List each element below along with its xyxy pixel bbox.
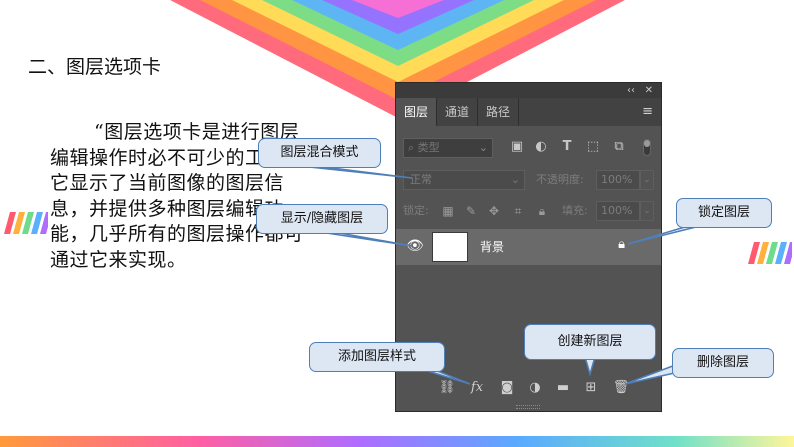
collapse-panel-icon[interactable]: ‹‹ [627,83,635,98]
left-stripe-decoration [4,212,48,234]
new-adjustment-layer-icon[interactable]: ◑ [526,379,544,397]
shape-filter-icon[interactable]: ⬚ [584,138,602,156]
eye-visibility-icon[interactable]: 👁︎ [406,238,424,254]
opacity-dropdown-icon[interactable]: ⌄ [640,170,654,190]
smart-object-filter-icon[interactable]: ⧉ [610,138,628,156]
right-stripe-decoration [748,242,792,264]
layer-lock-icon: 🔒︎ [618,237,625,252]
panel-title-bar: ‹‹ ✕ [396,83,661,98]
type-filter-icon[interactable]: T [558,138,576,156]
callout-add-style: 添加图层样式 [309,342,445,372]
tab-paths[interactable]: 路径 [478,98,520,126]
layer-row-background[interactable]: 👁︎ 背景 🔒︎ [396,229,661,265]
opacity-field[interactable]: 100% [596,170,640,190]
panel-resize-grip[interactable] [516,405,540,409]
panel-menu-icon[interactable]: ≡ [642,104,653,119]
callout-delete-layer: 删除图层 [672,348,774,378]
fill-field[interactable]: 100% [596,201,640,221]
search-icon: ⌕ [408,141,418,154]
new-layer-icon[interactable]: ⊞ [582,379,600,397]
fill-label: 填充: [562,204,588,217]
section-title: 二、图层选项卡 [28,56,162,78]
opacity-label: 不透明度: [536,173,584,186]
lock-row: 锁定: ▦ ✎ ✥ ⌗ 🔒︎ 填充: 100% ⌄ [396,197,661,225]
tab-layers[interactable]: 图层 [396,98,438,126]
callout-lock: 锁定图层 [676,198,772,228]
panel-bottom-toolbar: ⛓ fx ◙ ◑ ▬ ⊞ 🗑︎ [396,377,661,399]
filter-row: ⌕ 类型 ⌄ ▣ ◐ T ⬚ ⧉ [396,134,661,162]
panel-tabs: 图层 通道 路径 ≡ [396,98,661,126]
chevron-down-icon: ⌄ [510,173,520,186]
kind-filter-value: 类型 [417,141,440,154]
lock-transparent-pixels-icon[interactable]: ▦ [440,202,456,220]
blend-mode-select[interactable]: 正常 ⌄ [403,170,525,190]
callout-visibility: 显示/隐藏图层 [256,204,388,234]
lock-all-icon[interactable]: 🔒︎ [534,202,550,220]
lock-artboard-icon[interactable]: ⌗ [510,202,526,220]
callout-blend-mode: 图层混合模式 [258,138,381,168]
layer-name: 背景 [480,240,505,254]
tab-channels[interactable]: 通道 [437,98,479,126]
link-layers-icon[interactable]: ⛓ [438,379,456,397]
delete-layer-icon[interactable]: 🗑︎ [612,379,630,397]
lock-image-pixels-icon[interactable]: ✎ [463,202,479,220]
rainbow-bottom-bar [0,436,794,447]
blend-row: 正常 ⌄ 不透明度: 100% ⌄ [396,166,661,194]
adjustment-filter-icon[interactable]: ◐ [532,138,550,156]
add-mask-icon[interactable]: ◙ [498,379,516,397]
lock-label: 锁定: [403,204,429,217]
lock-position-icon[interactable]: ✥ [486,202,502,220]
image-filter-icon[interactable]: ▣ [508,138,526,156]
layer-thumbnail [432,232,468,262]
fill-dropdown-icon[interactable]: ⌄ [640,201,654,221]
callout-new-layer: 创建新图层 [524,324,656,360]
new-group-icon[interactable]: ▬ [554,379,572,397]
filter-toggle[interactable] [643,139,651,156]
layer-kind-filter[interactable]: ⌕ 类型 ⌄ [403,138,493,158]
add-layer-style-icon[interactable]: fx [468,379,486,397]
chevron-down-icon: ⌄ [478,141,488,154]
blend-mode-value: 正常 [410,173,432,186]
close-panel-icon[interactable]: ✕ [645,83,653,98]
